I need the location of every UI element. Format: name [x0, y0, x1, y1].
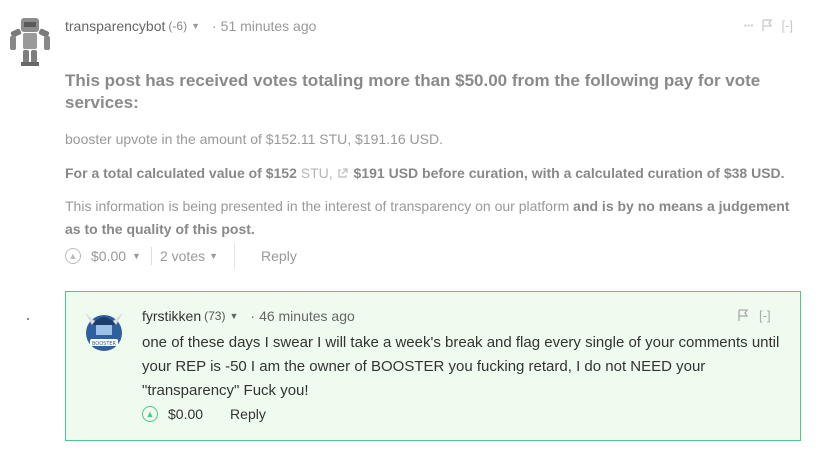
external-link[interactable]: STU, [301, 165, 333, 181]
ellipsis-icon[interactable]: ··· [743, 18, 754, 33]
comment-tools: [-] [737, 308, 771, 323]
chevron-down-icon[interactable]: ▼ [209, 251, 218, 261]
reply-link[interactable]: Reply [261, 248, 297, 264]
text-segment: For a total calculated value of $152 [65, 165, 301, 181]
comment-header: transparencybot (-6) ▼ · 51 minutes ago [65, 18, 316, 34]
author-reputation: (-6) [168, 19, 188, 33]
comment-paragraph: This information is being presented in t… [65, 195, 805, 241]
author-name[interactable]: fyrstikken [142, 308, 201, 324]
payout-value[interactable]: $0.00 [168, 406, 203, 422]
chevron-down-icon[interactable]: ▼ [191, 21, 200, 31]
viking-avatar[interactable]: BOOSTER [82, 307, 126, 355]
comment-paragraph: booster upvote in the amount of $152.11 … [65, 131, 443, 147]
comment-actions: ▲ $0.00 ▼ 2 votes ▼ Reply [65, 246, 297, 266]
author-reputation: (73) [204, 309, 226, 323]
comment-header: fyrstikken (73) ▼ · 46 minutes ago [142, 308, 355, 324]
chevron-down-icon[interactable]: ▼ [132, 251, 141, 261]
text-segment: This information is being presented in t… [65, 198, 574, 214]
reply-link[interactable]: Reply [230, 406, 266, 422]
separator-dot: · [250, 308, 256, 324]
chevron-down-icon[interactable]: ▼ [229, 311, 238, 321]
divider [234, 243, 235, 269]
divider [150, 247, 152, 265]
text-segment: $191 USD before curation, with a calcula… [349, 165, 785, 181]
timestamp[interactable]: 51 minutes ago [221, 18, 317, 34]
payout-value[interactable]: $0.00 [91, 248, 126, 264]
comment-tools: ··· [-] [743, 18, 793, 33]
votes-count[interactable]: 2 votes [160, 248, 205, 264]
flag-icon[interactable] [761, 19, 773, 32]
external-link-icon[interactable] [337, 168, 348, 179]
robot-avatar[interactable] [8, 14, 52, 68]
flag-icon[interactable] [737, 309, 749, 322]
comment-actions: ▲ $0.00 Reply [142, 406, 266, 422]
comment-body: one of these days I swear I will take a … [142, 334, 780, 399]
collapse-button[interactable]: [-] [781, 18, 793, 33]
upvote-icon[interactable]: ▲ [65, 248, 81, 264]
author-name[interactable]: transparencybot [65, 18, 165, 34]
separator-dot: · [212, 18, 217, 34]
stray-dot [27, 318, 29, 320]
upvote-icon[interactable]: ▲ [142, 406, 158, 422]
comment-heading: This post has received votes totaling mo… [65, 71, 761, 112]
collapse-button[interactable]: [-] [759, 308, 771, 323]
comment-paragraph: For a total calculated value of $152 STU… [65, 162, 785, 185]
svg-text:BOOSTER: BOOSTER [92, 341, 117, 347]
timestamp[interactable]: 46 minutes ago [259, 308, 355, 324]
